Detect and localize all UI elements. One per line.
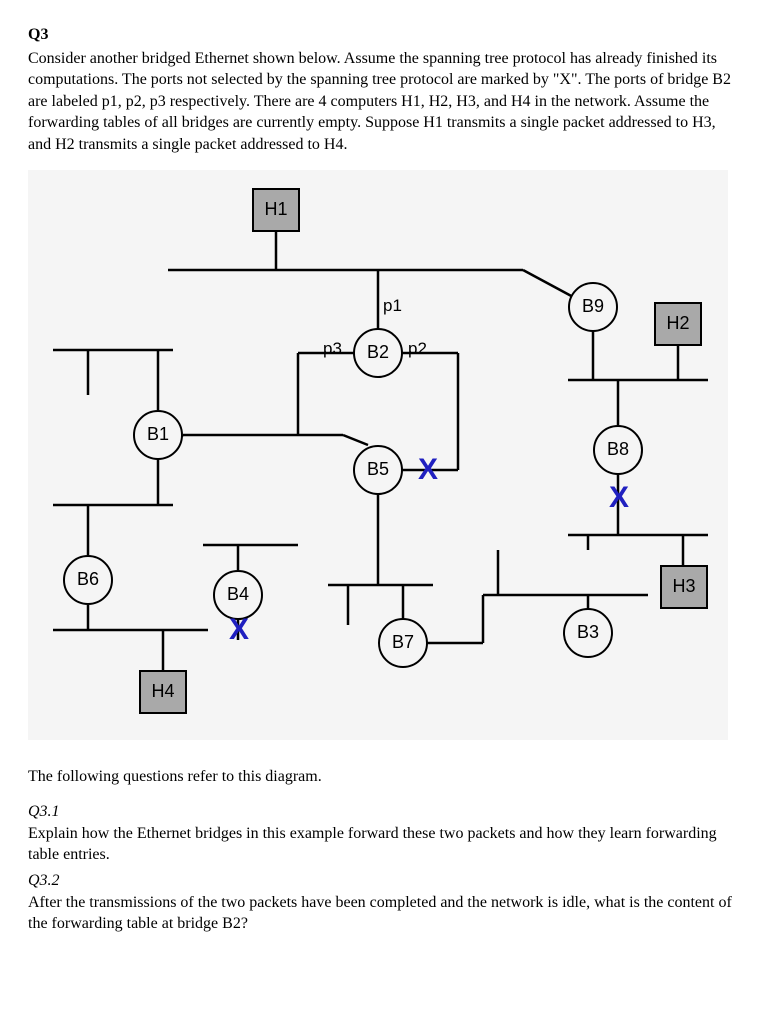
bridge-b6: B6 [63,555,113,605]
host-h3: H3 [660,565,708,609]
host-h2: H2 [654,302,702,346]
blocked-port-b5: X [418,449,438,490]
q31-text: Explain how the Ethernet bridges in this… [28,823,734,866]
port-label-p2: p2 [408,338,427,361]
bridge-b7: B7 [378,618,428,668]
port-label-p1: p1 [383,295,402,318]
blocked-port-b8: X [609,477,629,518]
q32-text: After the transmissions of the two packe… [28,892,734,935]
intro-paragraph: Consider another bridged Ethernet shown … [28,48,734,156]
bridge-b8: B8 [593,425,643,475]
host-h4: H4 [139,670,187,714]
q31-title: Q3.1 [28,801,734,823]
q32-title: Q3.2 [28,870,734,892]
bridge-b3: B3 [563,608,613,658]
bridge-b1: B1 [133,410,183,460]
port-label-p3: p3 [323,338,342,361]
network-diagram: H1 H2 H3 H4 B1 B2 B3 B4 B5 B6 B7 B8 B9 p… [28,170,728,740]
bridge-b5: B5 [353,445,403,495]
blocked-port-b4: X [229,609,249,650]
question-heading: Q3 [28,24,734,46]
bridge-b2: B2 [353,328,403,378]
followup-text: The following questions refer to this di… [28,766,734,788]
host-h1: H1 [252,188,300,232]
bridge-b9: B9 [568,282,618,332]
